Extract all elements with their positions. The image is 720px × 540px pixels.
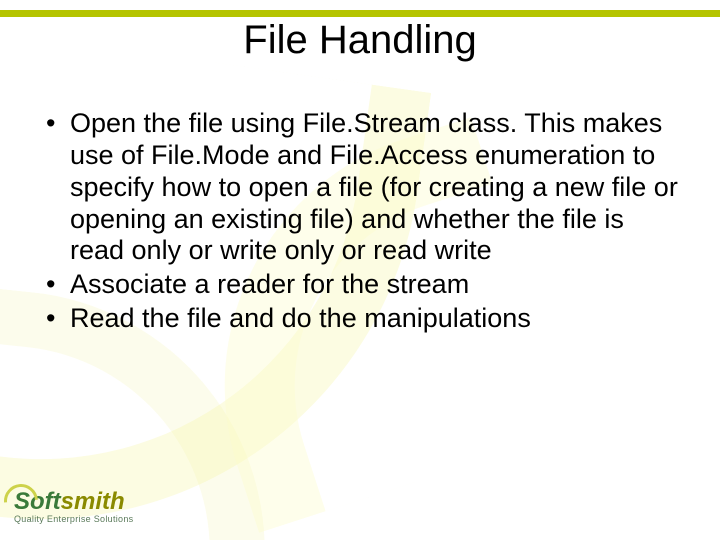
bullet-list: Open the file using File.Stream class. T… bbox=[42, 108, 682, 335]
slide-body: Open the file using File.Stream class. T… bbox=[42, 108, 682, 337]
logo: Softsmith Quality Enterprise Solutions bbox=[14, 488, 133, 524]
logo-tagline: Quality Enterprise Solutions bbox=[14, 514, 133, 524]
logo-name-part2: smith bbox=[61, 488, 125, 515]
slide-title: File Handling bbox=[0, 18, 720, 63]
bullet-item: Associate a reader for the stream bbox=[42, 269, 682, 301]
top-accent-bar bbox=[0, 10, 720, 17]
slide: File Handling Open the file using File.S… bbox=[0, 0, 720, 540]
bullet-item: Read the file and do the manipulations bbox=[42, 303, 682, 335]
bullet-item: Open the file using File.Stream class. T… bbox=[42, 108, 682, 267]
